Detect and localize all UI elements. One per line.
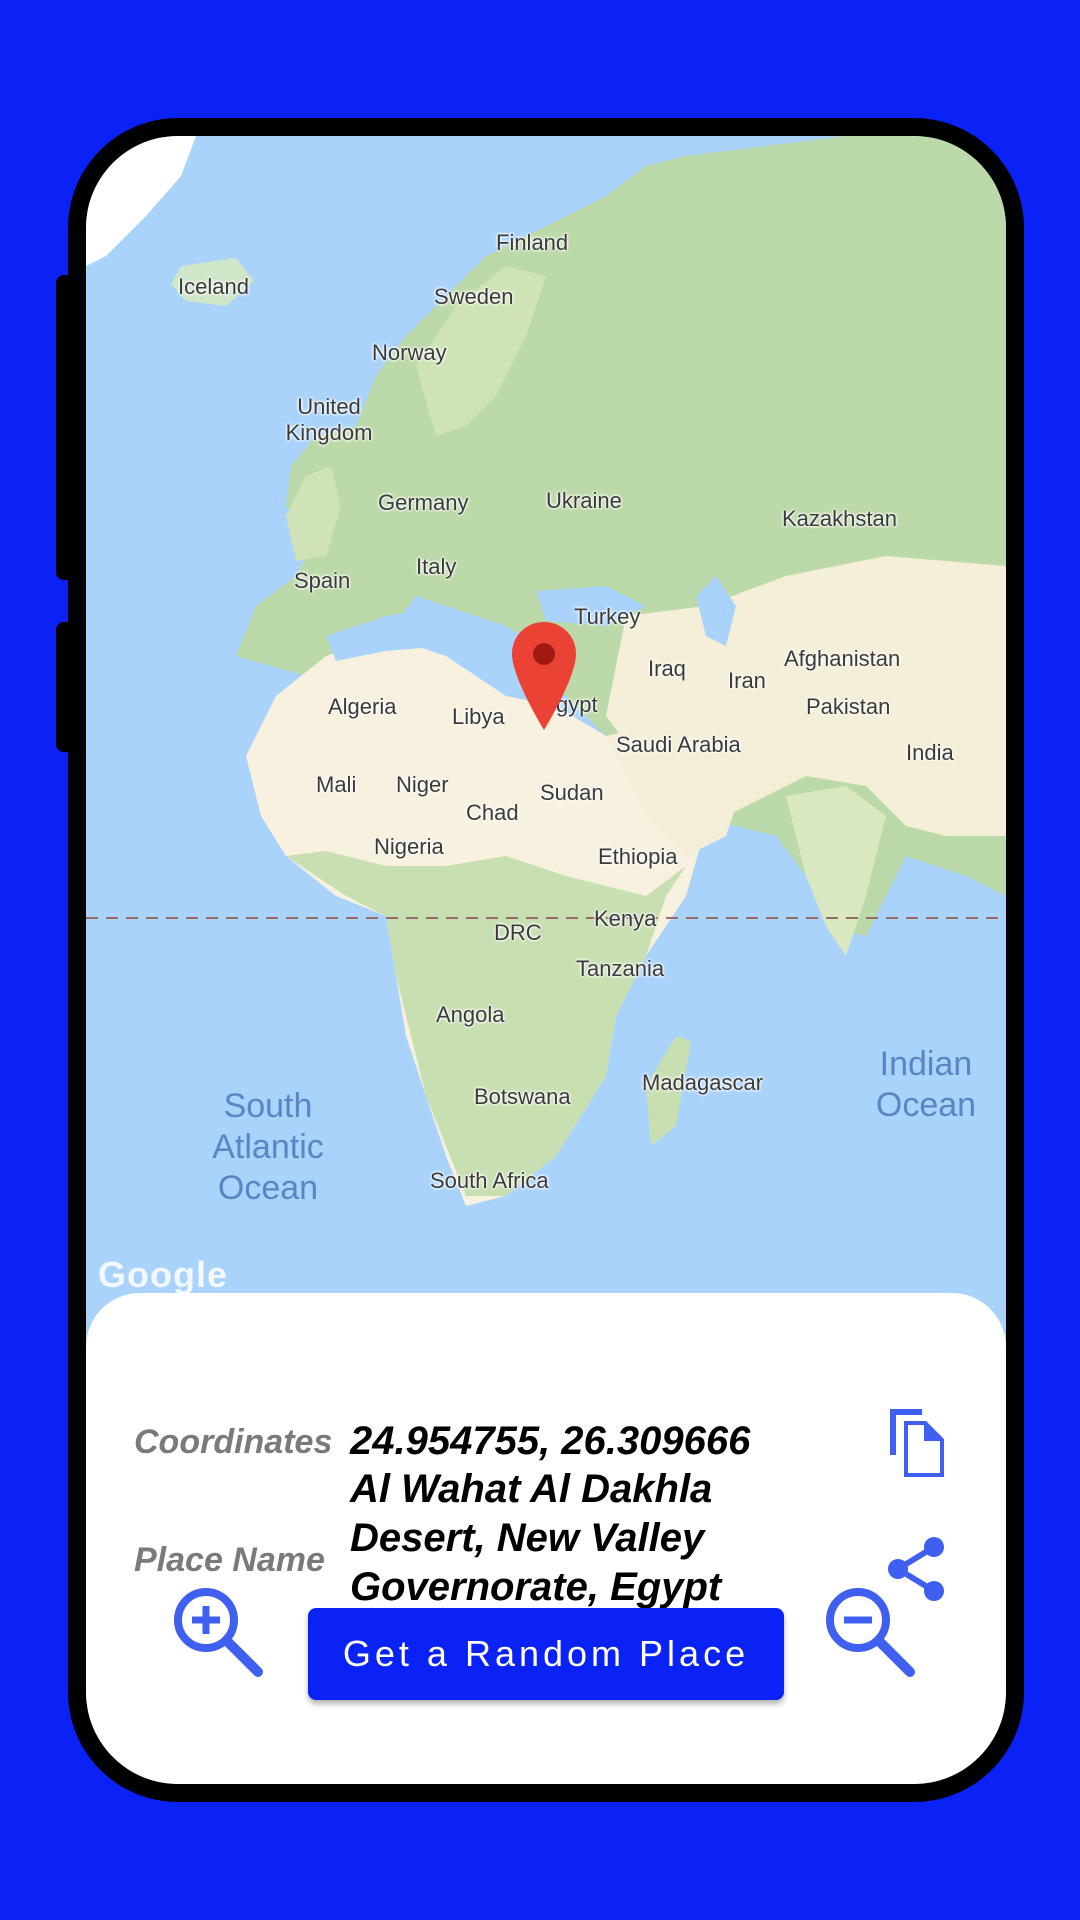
map-label-angola: Angola	[436, 1002, 505, 1027]
map-label-niger: Niger	[396, 772, 449, 797]
map-label-italy: Italy	[416, 554, 457, 579]
map-label-chad: Chad	[466, 800, 519, 825]
map-label-sudan: Sudan	[540, 780, 604, 805]
map-label-drc: DRC	[494, 920, 542, 945]
map-label-libya: Libya	[452, 704, 505, 729]
map-pin-icon[interactable]	[510, 620, 578, 732]
zoom-out-icon[interactable]	[822, 1584, 916, 1683]
map-label-nigeria: Nigeria	[374, 834, 444, 859]
map-label-iran: Iran	[728, 668, 766, 693]
map-label-finland: Finland	[496, 230, 569, 255]
map-label-botswana: Botswana	[474, 1084, 571, 1109]
map-label-tanzania: Tanzania	[576, 956, 665, 981]
map-label-south-africa: South Africa	[430, 1168, 549, 1193]
map-label-spain: Spain	[294, 568, 351, 593]
world-map[interactable]: Finland Iceland Sweden Norway United Kin…	[86, 136, 1006, 1406]
coordinates-value: 24.954755, 26.309666	[350, 1419, 751, 1463]
map-label-norway: Norway	[372, 340, 447, 365]
screen: Finland Iceland Sweden Norway United Kin…	[86, 136, 1006, 1784]
map-label-afghanistan: Afghanistan	[784, 646, 901, 671]
map-label-kenya: Kenya	[594, 906, 657, 931]
map-label-germany: Germany	[378, 490, 469, 515]
info-panel: Coordinates 24.954755, 26.309666 Place N…	[86, 1293, 1006, 1784]
map-label-madagascar: Madagascar	[642, 1070, 764, 1095]
map-label-kazakhstan: Kazakhstan	[782, 506, 897, 531]
map-terrain	[86, 136, 1006, 1406]
map-label-iceland: Iceland	[178, 274, 249, 299]
phone-frame: Finland Iceland Sweden Norway United Kin…	[68, 118, 1024, 1802]
map-label-algeria: Algeria	[328, 694, 397, 719]
map-label-india: India	[906, 740, 954, 765]
map-label-pakistan: Pakistan	[806, 694, 891, 719]
place-name-label: Place Name	[134, 1541, 325, 1579]
place-name-value: Al Wahat Al Dakhla Desert, New Valley Go…	[350, 1467, 722, 1609]
random-place-button[interactable]: Get a Random Place	[308, 1608, 784, 1700]
ocean-label-south-atlantic: South Atlantic Ocean	[212, 1087, 324, 1207]
zoom-in-icon[interactable]	[170, 1584, 264, 1683]
coordinates-label: Coordinates	[134, 1423, 333, 1461]
map-label-turkey: Turkey	[574, 604, 641, 629]
map-label-iraq: Iraq	[648, 656, 686, 681]
map-label-saudi-arabia: Saudi Arabia	[616, 732, 741, 757]
ocean-label-indian: Indian Ocean	[875, 1045, 977, 1124]
map-label-ukraine: Ukraine	[546, 488, 622, 513]
map-label-mali: Mali	[316, 772, 357, 797]
map-label-ethiopia: Ethiopia	[598, 844, 678, 869]
map-label-united-kingdom: United Kingdom	[285, 394, 373, 446]
copy-icon[interactable]	[882, 1405, 948, 1484]
google-attribution: Google	[98, 1254, 228, 1295]
map-label-sweden: Sweden	[434, 284, 514, 309]
